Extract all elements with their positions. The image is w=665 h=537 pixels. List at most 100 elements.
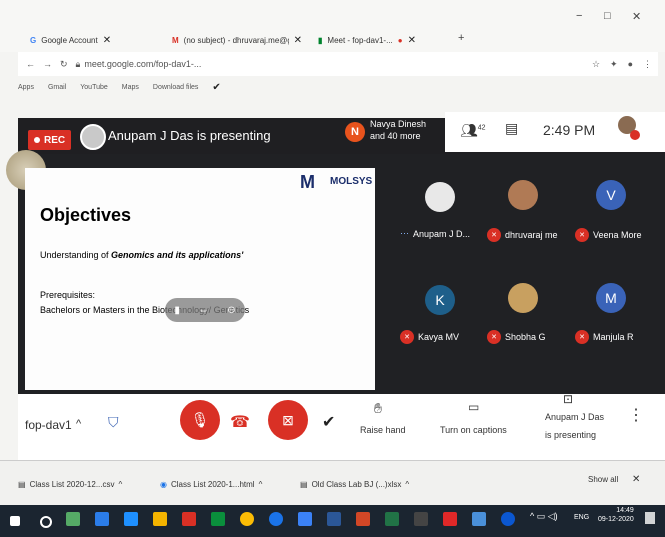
download-item[interactable]: ◉ Class List 2020-1...html ^ — [160, 480, 262, 489]
file-icon: ▤ — [300, 480, 308, 489]
taskbar-app-icon[interactable] — [124, 512, 138, 526]
mic-off-icon: ✕ — [575, 228, 589, 242]
star-icon[interactable]: ☆ — [592, 59, 600, 70]
taskbar-app-icon[interactable] — [414, 512, 428, 526]
tile-name-shobha: ✕ Shobha G — [487, 330, 546, 344]
task-view-icon[interactable] — [95, 512, 109, 526]
forward-icon[interactable]: → — [43, 59, 52, 69]
taskbar-app-icon[interactable] — [211, 512, 225, 526]
chevron-up-icon[interactable]: ^ — [405, 480, 409, 489]
pdf-icon[interactable] — [443, 512, 457, 526]
download-item[interactable]: ▤ Old Class Lab BJ (...)xlsx ^ — [300, 480, 409, 489]
checkmark-icon: ✔ — [322, 414, 336, 431]
taskbar-app-icon[interactable] — [472, 512, 486, 526]
remove-icon[interactable]: ⊖ — [227, 305, 235, 316]
people-icon[interactable]: 👥︎42 — [460, 122, 486, 139]
taskbar-app-icon[interactable] — [182, 512, 196, 526]
taskbar-clock[interactable]: 14:49 09-12-2020 — [598, 506, 634, 524]
profile-icon[interactable]: ● — [628, 59, 633, 69]
expand-icon[interactable]: ⇔ — [199, 305, 209, 316]
pin-icon[interactable]: ▮ — [174, 305, 180, 316]
back-icon[interactable]: ← — [26, 59, 35, 69]
address-bar[interactable]: ← → ↻ 🔒︎ meet.google.com/fop-dav1-... ☆ … — [18, 52, 658, 76]
chat-icon[interactable]: ▤ — [505, 120, 518, 137]
maximize-button[interactable]: □ — [604, 10, 611, 22]
system-tray-icons[interactable]: ^ ▭ ◁) — [530, 511, 558, 522]
chrome-icon: ◉ — [160, 480, 167, 489]
cortana-icon[interactable] — [40, 516, 52, 528]
show-all-downloads[interactable]: Show all — [588, 475, 618, 484]
bookmark-download[interactable]: Download files — [153, 84, 199, 91]
presentation-overlay-controls[interactable]: ▮ ⇔ ⊖ — [165, 298, 245, 322]
tab-google-account[interactable]: G Google Account ✕ — [30, 30, 160, 50]
url-text[interactable]: meet.google.com/fop-dav1-... — [84, 59, 592, 69]
chevron-up-icon[interactable]: ^ — [76, 418, 81, 430]
tab-gmail[interactable]: M (no subject) - dhruvaraj.me@gmail.com … — [172, 30, 307, 50]
tile-avatar-kavya: K — [425, 285, 455, 315]
mic-off-icon: 🎙︎ — [190, 412, 210, 429]
tile-avatar-anupam — [425, 182, 455, 212]
present-status-line2[interactable]: is presenting — [545, 430, 596, 440]
rec-badge: REC — [28, 130, 72, 150]
bookmark-maps[interactable]: Maps — [122, 84, 139, 91]
mic-toggle-button[interactable]: 🎙︎ — [180, 400, 220, 440]
notification-badge — [630, 130, 640, 140]
minimize-button[interactable]: − — [576, 10, 582, 22]
tab-close-icon[interactable]: ✕ — [408, 35, 416, 46]
skype-icon[interactable] — [501, 512, 515, 526]
close-download-bar[interactable]: ✕ — [632, 474, 640, 485]
tab-close-icon[interactable]: ✕ — [103, 35, 111, 46]
tile-name-manjula: ✕ Manjula R — [575, 330, 634, 344]
captions-icon[interactable]: ▭ — [468, 400, 479, 414]
record-dot-icon — [34, 137, 40, 143]
tile-name-anupam: ⋯ Anupam J D... — [400, 228, 471, 239]
chevron-up-icon[interactable]: ^ — [259, 480, 263, 489]
chrome-taskbar-icon[interactable] — [240, 512, 254, 526]
reload-icon[interactable]: ↻ — [60, 59, 68, 70]
molsys-logo-mark: M — [300, 172, 315, 192]
taskbar-app-icon[interactable] — [298, 512, 312, 526]
language-indicator[interactable]: ENG — [574, 514, 589, 521]
raise-hand-icon[interactable]: ✋︎ — [374, 400, 382, 417]
windows-start-icon[interactable] — [10, 516, 20, 526]
tile-avatar-dhruvaraj — [508, 180, 538, 210]
more-options-icon[interactable]: ⋮ — [628, 405, 644, 425]
slide-title: Objectives — [40, 205, 132, 225]
tab-meet[interactable]: ▮ Meet - fop-dav1-... ● ✕ — [318, 30, 438, 50]
hang-up-button[interactable]: ☎︎ — [230, 412, 250, 432]
mic-off-icon: ✕ — [487, 228, 501, 242]
raise-hand-button[interactable]: Raise hand — [360, 425, 406, 435]
participants-summary: Navya Dinesh and 40 more — [370, 119, 427, 141]
present-status-line1[interactable]: Anupam J Das — [545, 412, 604, 422]
new-tab-button[interactable]: + — [458, 32, 464, 44]
meet-icon: ▮ — [318, 35, 323, 45]
close-window-button[interactable]: ✕ — [632, 10, 641, 23]
bookmark-apps[interactable]: Apps — [18, 84, 34, 91]
chevron-up-icon[interactable]: ^ — [119, 480, 123, 489]
tab-close-icon[interactable]: ✕ — [294, 35, 302, 46]
extensions-icon[interactable]: ✦ — [610, 59, 618, 70]
chrome-taskbar-icon[interactable] — [269, 512, 283, 526]
slide-prereq-label: Prerequisites: — [40, 290, 96, 300]
search-icon[interactable] — [66, 512, 80, 526]
present-screen-icon[interactable]: ⊡ — [563, 392, 573, 406]
excel-icon[interactable] — [385, 512, 399, 526]
mic-off-icon: ✕ — [575, 330, 589, 344]
lock-icon: 🔒︎ — [75, 58, 81, 69]
meeting-code[interactable]: fop-dav1 — [25, 418, 72, 432]
download-item[interactable]: ▤ Class List 2020-12...csv ^ — [18, 480, 122, 489]
file-explorer-icon[interactable] — [153, 512, 167, 526]
powerpoint-icon[interactable] — [356, 512, 370, 526]
shield-icon[interactable]: ⛉ — [108, 414, 124, 432]
captions-button[interactable]: Turn on captions — [440, 425, 507, 435]
menu-icon[interactable]: ⋮ — [643, 59, 652, 70]
bookmark-gmail[interactable]: Gmail — [48, 84, 66, 91]
bookmark-youtube[interactable]: YouTube — [80, 84, 108, 91]
camera-toggle-button[interactable]: ⊠ — [268, 400, 308, 440]
notifications-icon[interactable] — [645, 512, 655, 524]
recording-dot-icon: ● — [397, 35, 403, 45]
word-icon[interactable] — [327, 512, 341, 526]
checkmark-icon: ✔ — [212, 81, 221, 93]
tile-avatar-veena: V — [596, 180, 626, 210]
bookmarks-bar: Apps Gmail YouTube Maps Download files ✔ — [18, 78, 658, 96]
